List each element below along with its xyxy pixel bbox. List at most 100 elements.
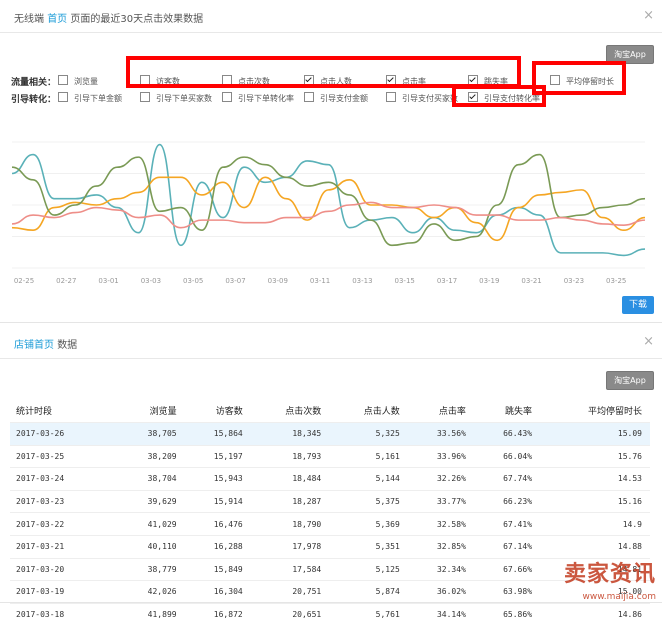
column-header[interactable]: 点击人数: [329, 398, 408, 423]
table-cell: 36.02%: [408, 581, 474, 604]
table-row[interactable]: 2017-03-2140,11016,28817,9785,35132.85%6…: [10, 535, 650, 558]
close-icon[interactable]: ×: [643, 334, 654, 349]
panel-shop-home-data: 店铺首页 数据 × 淘宝App 统计时段浏览量访客数点击次数点击人数点击率跳失率…: [0, 326, 662, 603]
table-cell: 5,144: [329, 468, 408, 491]
table-cell: 41,899: [118, 603, 184, 625]
metric-label: 引导支付金额: [320, 94, 368, 103]
table-cell: 38,704: [118, 468, 184, 491]
table-cell: 2017-03-25: [10, 445, 118, 468]
metric-checkbox[interactable]: 浏览量: [58, 75, 98, 87]
panel-header: 店铺首页 数据 ×: [0, 326, 662, 359]
table-row[interactable]: 2017-03-2038,77915,84917,5845,12532.34%6…: [10, 558, 650, 581]
table-cell: 14.88: [540, 535, 650, 558]
table-row[interactable]: 2017-03-2538,20915,19718,7935,16133.96%6…: [10, 445, 650, 468]
trend-line-chart: 02-2502-2703-0103-0303-0503-0703-0903-11…: [0, 120, 662, 290]
table-cell: 5,761: [329, 603, 408, 625]
table-cell: 66.43%: [474, 423, 540, 446]
table-cell: 18,793: [251, 445, 330, 468]
checkbox-unchecked[interactable]: [304, 92, 314, 102]
table-cell: 20,651: [251, 603, 330, 625]
column-header[interactable]: 平均停留时长: [540, 398, 650, 423]
column-header[interactable]: 浏览量: [118, 398, 184, 423]
table-cell: 63.98%: [474, 581, 540, 604]
checkbox-unchecked[interactable]: [222, 92, 232, 102]
x-tick-label: 03-03: [141, 277, 161, 285]
title-link-shop-home[interactable]: 店铺首页: [14, 340, 54, 351]
metric-checkbox[interactable]: 引导下单金额: [58, 92, 122, 104]
panel-header: 无线端 首页 页面的最近30天点击效果数据 ×: [0, 0, 662, 33]
table-cell: 67.41%: [474, 513, 540, 536]
highlight-box: [452, 85, 546, 107]
metric-label: 引导下单买家数: [156, 94, 212, 103]
table-row[interactable]: 2017-03-2339,62915,91418,2875,37533.77%6…: [10, 490, 650, 513]
metric-label: 引导下单转化率: [238, 94, 294, 103]
checkbox-unchecked[interactable]: [58, 75, 68, 85]
metric-checkbox[interactable]: 引导支付金额: [304, 92, 368, 104]
table-cell: 15.76: [540, 445, 650, 468]
title-suffix: 页面的最近30天点击效果数据: [70, 14, 203, 25]
table-row[interactable]: 2017-03-1841,89916,87220,6515,76134.14%6…: [10, 603, 650, 625]
table-cell: 15.09: [540, 423, 650, 446]
table-cell: 40,110: [118, 535, 184, 558]
table-cell: 16,476: [185, 513, 251, 536]
checkbox-unchecked[interactable]: [140, 92, 150, 102]
table-cell: 15.16: [540, 490, 650, 513]
table-cell: 39,629: [118, 490, 184, 513]
table-cell: 67.66%: [474, 558, 540, 581]
table-cell: 66.23%: [474, 490, 540, 513]
table-row[interactable]: 2017-03-2241,02916,47618,7905,36932.58%6…: [10, 513, 650, 536]
close-icon[interactable]: ×: [643, 8, 654, 23]
x-tick-label: 03-01: [98, 277, 118, 285]
metric-label: 引导支付买家数: [402, 94, 458, 103]
table-cell: 5,325: [329, 423, 408, 446]
table-cell: 67.14%: [474, 535, 540, 558]
table-cell: 18,287: [251, 490, 330, 513]
table-body: 2017-03-2638,70515,86418,3455,32533.56%6…: [10, 423, 650, 625]
table-cell: 66.04%: [474, 445, 540, 468]
table-cell: 42,026: [118, 581, 184, 604]
watermark-url: www.maijia.com: [583, 592, 657, 602]
table-cell: 33.56%: [408, 423, 474, 446]
checkbox-unchecked[interactable]: [386, 92, 396, 102]
table-row[interactable]: 2017-03-2438,70415,94318,4845,14432.26%6…: [10, 468, 650, 491]
series-line-3: [12, 202, 645, 227]
metric-checkbox[interactable]: 引导下单买家数: [140, 92, 212, 104]
table-cell: 67.74%: [474, 468, 540, 491]
data-table: 统计时段浏览量访客数点击次数点击人数点击率跳失率平均停留时长 2017-03-2…: [10, 398, 650, 625]
title-link-home[interactable]: 首页: [47, 14, 67, 25]
x-tick-label: 02-25: [14, 277, 34, 285]
table-cell: 15,849: [185, 558, 251, 581]
column-header[interactable]: 跳失率: [474, 398, 540, 423]
column-header[interactable]: 统计时段: [10, 398, 118, 423]
table-cell: 16,288: [185, 535, 251, 558]
column-header[interactable]: 点击次数: [251, 398, 330, 423]
table-cell: 5,125: [329, 558, 408, 581]
column-header[interactable]: 点击率: [408, 398, 474, 423]
series-line-0: [12, 145, 645, 256]
download-button[interactable]: 下载: [622, 296, 654, 314]
title-suffix: 数据: [57, 340, 77, 351]
table-cell: 2017-03-19: [10, 581, 118, 604]
table-cell: 5,351: [329, 535, 408, 558]
table-row[interactable]: 2017-03-1942,02616,30420,7515,87436.02%6…: [10, 581, 650, 604]
table-cell: 65.86%: [474, 603, 540, 625]
table-cell: 20,751: [251, 581, 330, 604]
metric-checkbox[interactable]: 引导支付买家数: [386, 92, 458, 104]
x-tick-label: 03-15: [395, 277, 415, 285]
column-header[interactable]: 访客数: [185, 398, 251, 423]
table-cell: 32.85%: [408, 535, 474, 558]
x-tick-label: 03-05: [183, 277, 203, 285]
table-cell: 2017-03-24: [10, 468, 118, 491]
table-row[interactable]: 2017-03-2638,70515,86418,3455,32533.56%6…: [10, 423, 650, 446]
panel-title: 无线端 首页 页面的最近30天点击效果数据: [14, 10, 203, 25]
table-cell: 18,790: [251, 513, 330, 536]
table-cell: 18,484: [251, 468, 330, 491]
taobao-app-button[interactable]: 淘宝App: [606, 371, 654, 390]
table-cell: 14.53: [540, 468, 650, 491]
table-cell: 38,705: [118, 423, 184, 446]
metric-checkbox[interactable]: 引导下单转化率: [222, 92, 294, 104]
x-tick-label: 03-13: [352, 277, 372, 285]
highlight-box: [126, 56, 521, 88]
metric-label: 浏览量: [74, 77, 98, 86]
checkbox-unchecked[interactable]: [58, 92, 68, 102]
